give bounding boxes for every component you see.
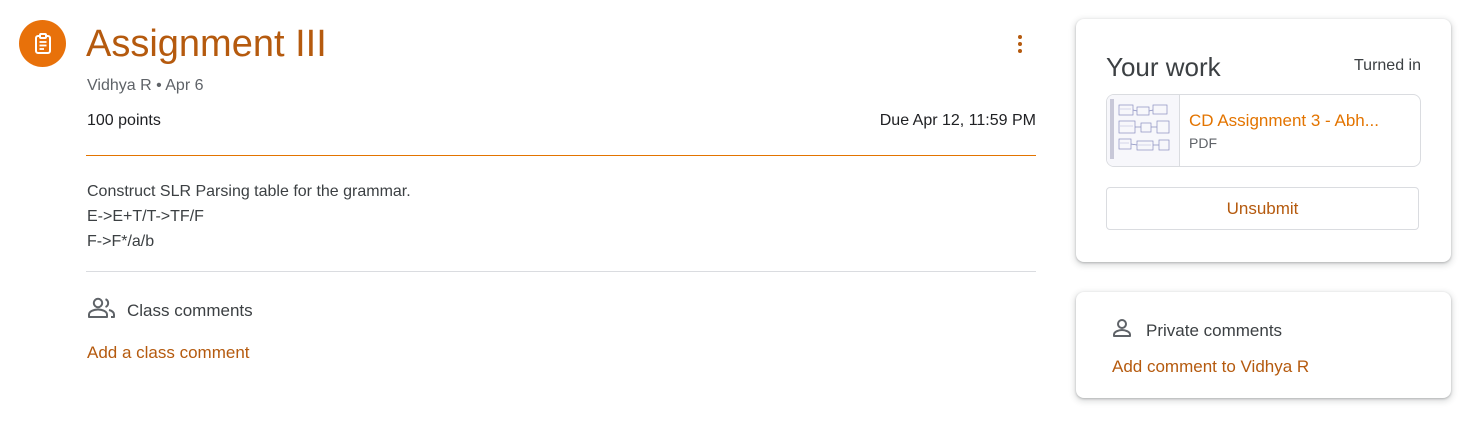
class-comments-label: Class comments [127,300,253,320]
class-comments-header: Class comments [87,296,253,325]
attachment-name: CD Assignment 3 - Abh... [1189,111,1379,130]
assignment-meta: Vidhya R • Apr 6 [87,77,204,94]
unsubmit-button[interactable]: Unsubmit [1106,187,1419,230]
add-private-comment-link[interactable]: Add comment to Vidhya R [1112,357,1309,377]
person-icon [1110,316,1134,345]
attachment-type: PDF [1189,135,1217,151]
your-work-title: Your work [1106,52,1221,82]
private-comments-label: Private comments [1146,320,1283,340]
assignment-description: Construct SLR Parsing table for the gram… [87,179,411,254]
description-line: F->F*/a/b [87,233,155,250]
attachment-thumbnail [1107,95,1180,166]
people-icon [87,296,117,325]
header-divider [86,155,1036,156]
due-date: Due Apr 12, 11:59 PM [879,112,1036,129]
attachment-item[interactable]: CD Assignment 3 - Abh... PDF [1106,94,1421,167]
assignment-title: Assignment III [86,23,327,65]
add-class-comment-link[interactable]: Add a class comment [87,343,250,363]
submission-status: Turned in [1354,57,1421,74]
your-work-card: Your work Turned in CD Assignment 3 - Ab… [1076,19,1451,262]
more-vert-icon[interactable] [1004,28,1036,60]
description-line: E->E+T/T->TF/F [87,208,204,225]
description-line: Construct SLR Parsing table for the gram… [87,183,411,200]
assignment-icon [19,20,66,67]
points-label: 100 points [87,112,161,129]
private-comments-card: Private comments Add comment to Vidhya R [1076,292,1451,398]
description-divider [86,271,1036,272]
private-comments-header: Private comments [1110,316,1282,345]
